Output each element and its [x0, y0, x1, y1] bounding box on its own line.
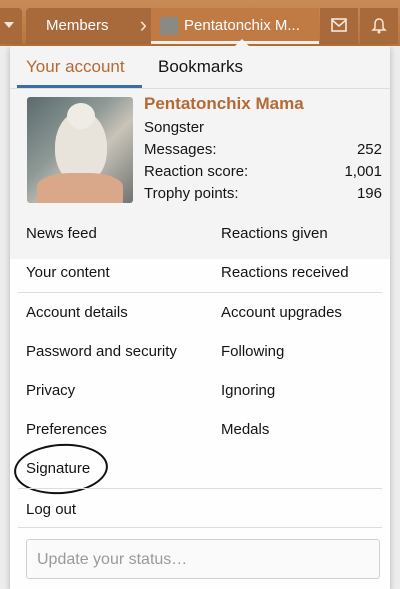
link-password-security[interactable]: Password and security: [26, 343, 177, 360]
stat-value: 196: [356, 185, 382, 202]
link-reactions-received[interactable]: Reactions received: [221, 264, 349, 281]
link-privacy[interactable]: Privacy: [26, 382, 75, 399]
menu-divider: [18, 527, 382, 528]
menu-divider: [18, 292, 382, 293]
caret-down-icon: [4, 22, 14, 28]
page-background-right: [390, 46, 400, 589]
page-background-left: [0, 46, 10, 589]
active-tab-underline: [17, 85, 142, 88]
link-medals[interactable]: Medals: [221, 421, 269, 438]
envelope-icon: [331, 18, 347, 32]
username-link[interactable]: Pentatonchix Mama: [144, 94, 304, 114]
menu-divider: [18, 488, 382, 489]
link-following[interactable]: Following: [221, 343, 284, 360]
avatar[interactable]: [27, 97, 133, 203]
bell-icon: [371, 18, 387, 34]
tab-bookmarks[interactable]: Bookmarks: [158, 46, 243, 88]
nav-avatar: [160, 17, 178, 35]
link-account-upgrades[interactable]: Account upgrades: [221, 304, 342, 321]
link-log-out[interactable]: Log out: [26, 501, 76, 518]
stat-label: Reaction score:: [144, 163, 249, 180]
link-reactions-given[interactable]: Reactions given: [221, 225, 328, 242]
account-menu: Your account Bookmarks Pentatonchix Mama…: [10, 39, 390, 589]
menu-pointer: [235, 39, 249, 46]
nav-members-label: Members: [46, 17, 109, 34]
user-title: Songster: [144, 119, 205, 136]
stat-value: 252: [356, 141, 382, 158]
top-navigation-bar: Members › Pentatonchix M...: [0, 0, 400, 46]
conversations-button[interactable]: [320, 8, 358, 44]
link-account-details[interactable]: Account details: [26, 304, 128, 321]
avatar-bird-head: [67, 103, 95, 129]
status-update-box: [26, 539, 380, 580]
stat-label: Trophy points:: [144, 185, 239, 202]
link-news-feed[interactable]: News feed: [26, 225, 97, 242]
status-input[interactable]: [27, 540, 369, 580]
menu-tabs: Your account Bookmarks: [10, 46, 390, 89]
nav-members-tab[interactable]: Members ›: [26, 8, 151, 44]
breadcrumb-separator: ›: [139, 12, 147, 37]
avatar-hand: [37, 173, 123, 203]
nav-dropdown-toggle[interactable]: [0, 8, 22, 44]
link-ignoring[interactable]: Ignoring: [221, 382, 275, 399]
alerts-button[interactable]: [360, 8, 398, 44]
stat-label: Messages:: [144, 141, 217, 158]
link-preferences[interactable]: Preferences: [26, 421, 107, 438]
tab-your-account[interactable]: Your account: [26, 46, 125, 88]
stat-value: 1,001: [344, 163, 382, 180]
link-your-content[interactable]: Your content: [26, 264, 110, 281]
